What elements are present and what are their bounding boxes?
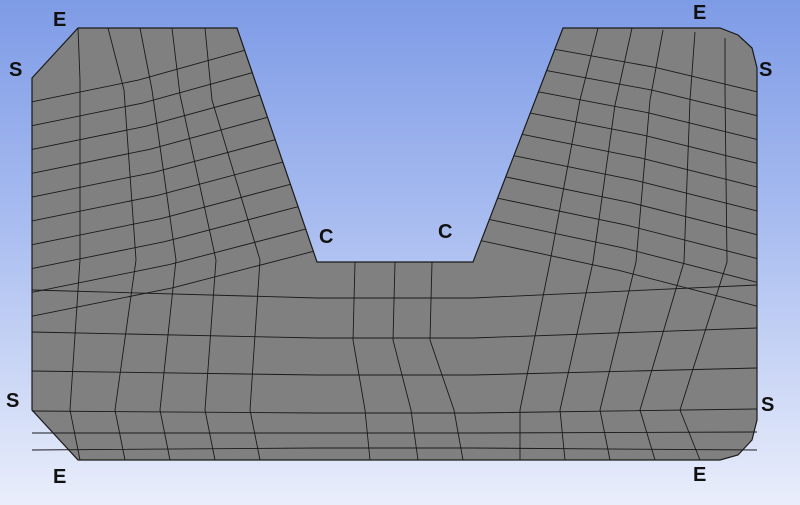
vertex-label-c: C [438,221,453,243]
vertex-label-e: E [53,466,67,488]
vertex-label-e: E [53,9,67,31]
vertex-label-c: C [319,226,334,248]
mesh-view [31,27,758,461]
vertex-label-e: E [693,2,707,24]
vertex-label-s: S [761,394,775,416]
vertex-label-s: S [9,59,23,81]
graphics-viewport[interactable]: E S E S C C S E S E [0,0,800,505]
part-body [31,27,758,461]
vertex-label-s: S [6,390,20,412]
vertex-label-s: S [759,59,773,81]
vertex-label-e: E [693,464,707,486]
